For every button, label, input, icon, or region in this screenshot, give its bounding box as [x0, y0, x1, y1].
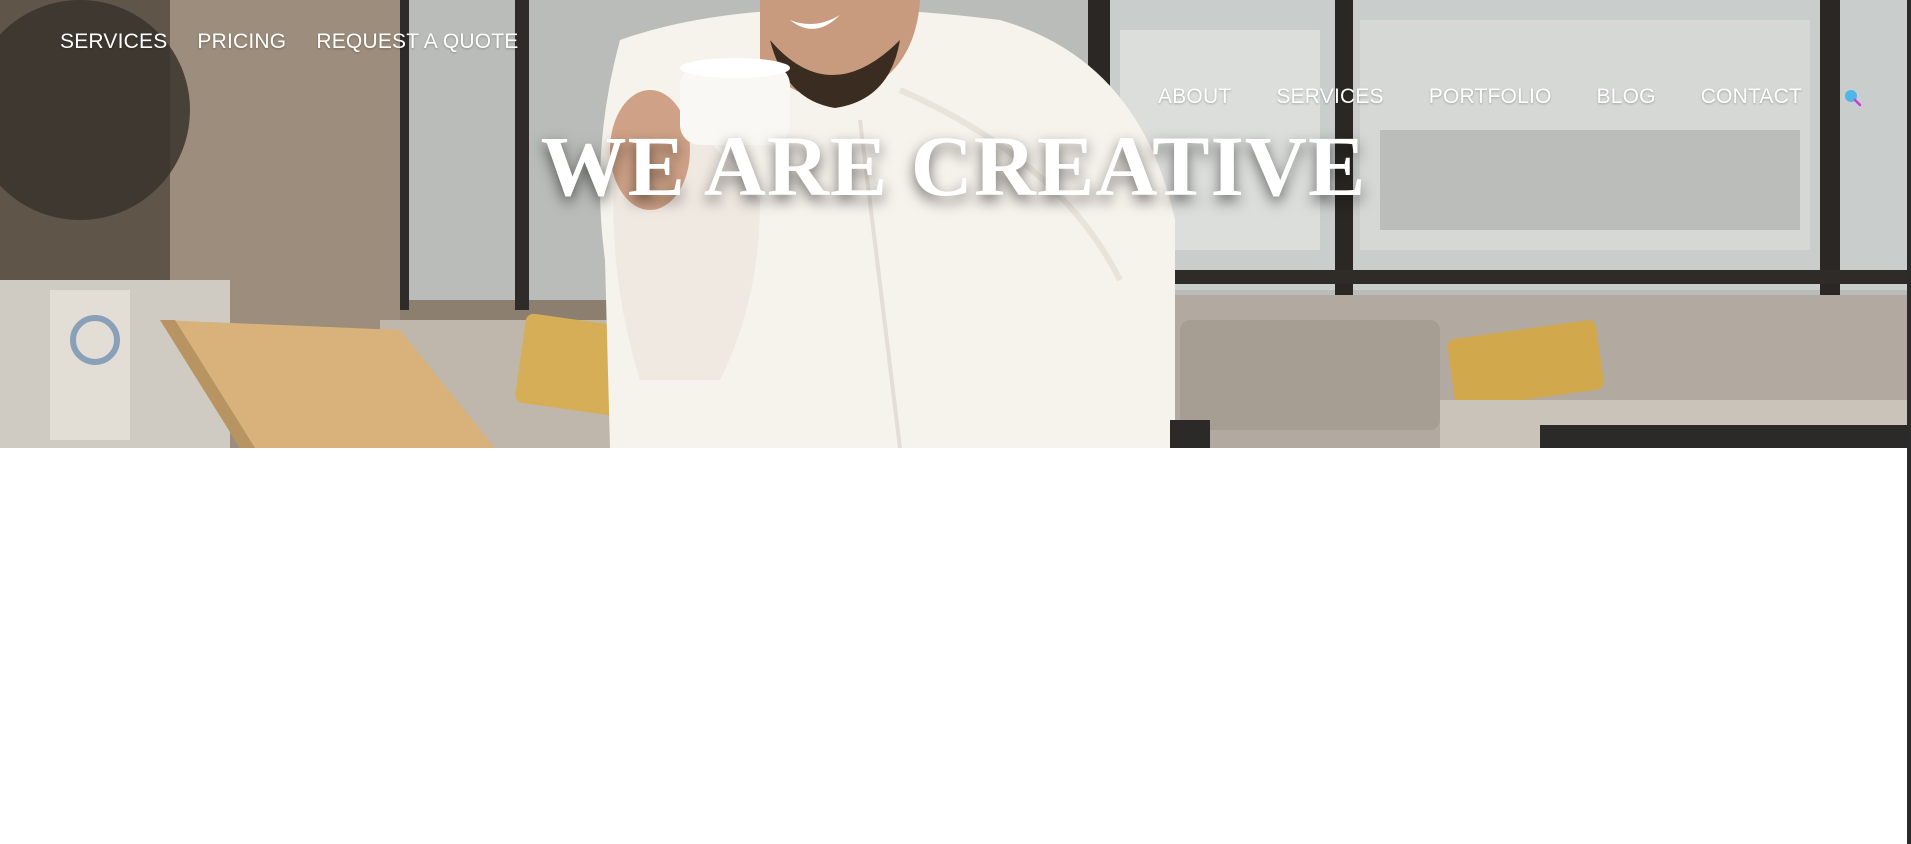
top-nav-services[interactable]: SERVICES [60, 30, 167, 54]
hero-headline: WE ARE CREATIVE [540, 118, 1367, 214]
hero-background-image [0, 0, 1907, 448]
top-nav: SERVICES PRICING REQUEST A QUOTE [60, 30, 519, 54]
main-nav: ABOUT SERVICES PORTFOLIO BLOG CONTACT [1158, 85, 1802, 109]
main-nav-about[interactable]: ABOUT [1158, 85, 1231, 109]
main-nav-services[interactable]: SERVICES [1276, 85, 1383, 109]
main-nav-portfolio[interactable]: PORTFOLIO [1429, 85, 1552, 109]
search-icon[interactable] [1843, 88, 1863, 108]
scrollbar-edge [1907, 0, 1911, 844]
hero-banner: SERVICES PRICING REQUEST A QUOTE ABOUT S… [0, 0, 1907, 448]
top-nav-pricing[interactable]: PRICING [197, 30, 286, 54]
main-nav-contact[interactable]: CONTACT [1701, 85, 1802, 109]
top-nav-request-quote[interactable]: REQUEST A QUOTE [316, 30, 518, 54]
main-nav-blog[interactable]: BLOG [1597, 85, 1656, 109]
